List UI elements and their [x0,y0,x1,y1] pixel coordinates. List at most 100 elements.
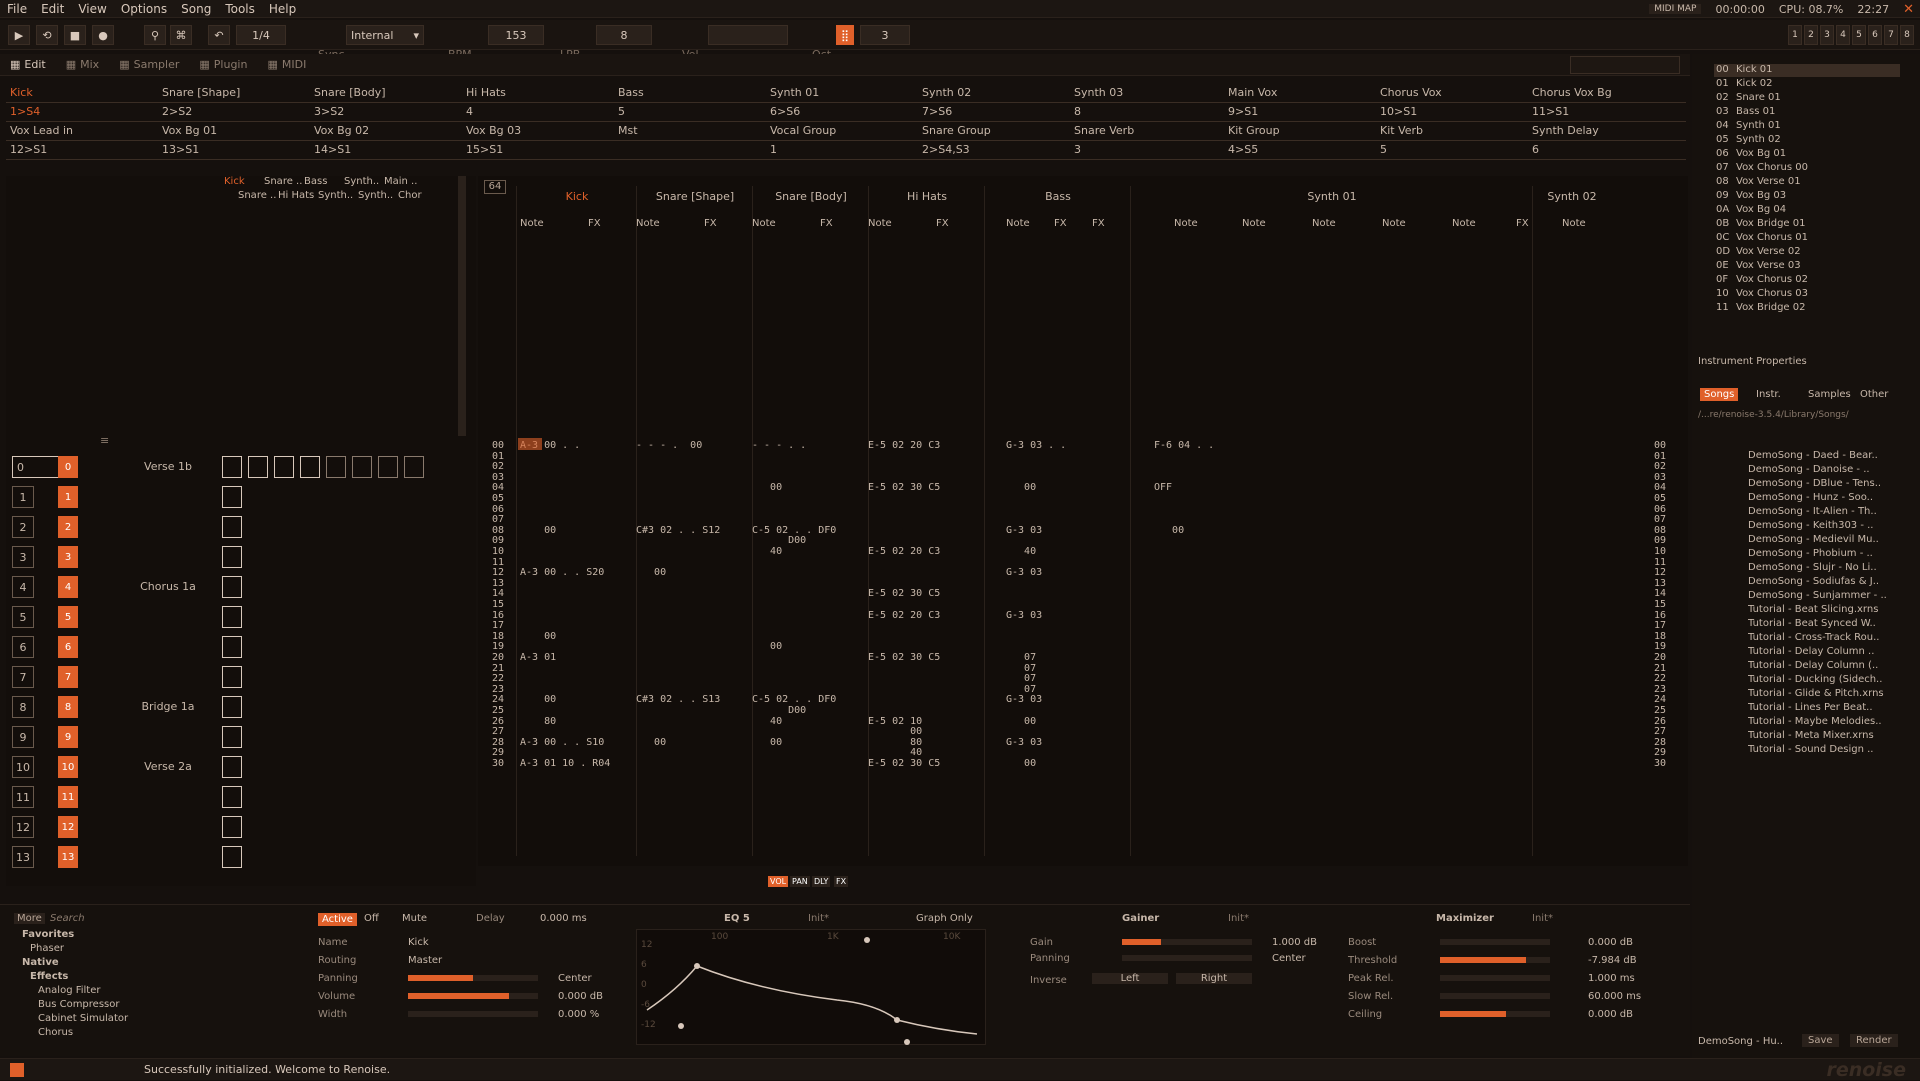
pattern-number[interactable]: 6 [58,636,78,658]
song-file[interactable]: Tutorial - Delay Column (.. [1748,660,1898,671]
inverse-left-button[interactable]: Left [1092,973,1168,984]
instrument-properties-title[interactable]: Instrument Properties [1698,356,1807,367]
song-file[interactable]: DemoSong - DBlue - Tens.. [1748,478,1898,489]
song-file[interactable]: DemoSong - Daed - Bear.. [1748,450,1898,461]
pattern-cell[interactable]: 40 [752,546,782,557]
pattern-cell[interactable]: E-5 02 20 C3 [868,546,940,557]
song-file[interactable]: Tutorial - Glide & Pitch.xrns [1748,688,1898,699]
sequence-slot-number[interactable]: 13 [12,846,34,868]
instrument-item[interactable]: 0A Vox Bg 04 [1714,204,1900,217]
mini-track-name[interactable]: Snare .. [264,176,302,187]
gainer-preset[interactable]: Init* [1228,913,1249,924]
sequence-slot-number[interactable]: 10 [12,756,34,778]
pattern-cell[interactable]: 00 [520,525,556,536]
sequence-slot-number[interactable]: 2 [12,516,34,538]
lpb-field[interactable]: 8 [596,25,652,45]
effect-item[interactable]: Analog Filter [38,985,101,996]
routing-cell[interactable]: 4>S5 [1228,143,1258,156]
track-name-cell[interactable]: Vox Bg 01 [162,124,217,137]
pattern-cell[interactable]: - - - . 00 [636,440,702,451]
matrix-slot[interactable] [222,786,242,808]
panning-slider[interactable] [408,975,538,981]
instrument-item[interactable]: 01 Kick 02 [1714,78,1900,91]
pattern-track-header[interactable]: Snare [Body] [754,190,868,203]
mini-track-name[interactable]: Synth.. [358,190,393,201]
native-group[interactable]: Native [22,957,59,968]
mini-track-name[interactable]: Chor [398,190,422,201]
pattern-cell[interactable]: E-5 02 10 [868,716,922,727]
pattern-cell[interactable]: 00 [1006,758,1036,769]
pattern-cell[interactable]: C-5 02 . . DF0 [752,525,836,536]
stop-button[interactable]: ■ [64,25,86,45]
routing-cell[interactable]: 3 [1074,143,1081,156]
pattern-cell[interactable]: A-3 01 10 . R04 [520,758,610,769]
routing-cell[interactable]: 10>S1 [1380,105,1417,118]
matrix-slot[interactable] [222,576,242,598]
boost-slider[interactable] [1440,939,1550,945]
active-button[interactable]: Active [318,913,357,926]
menu-options[interactable]: Options [114,2,174,16]
track-name-cell[interactable]: Bass [618,86,644,99]
track-number-button[interactable]: 8 [1900,25,1914,45]
pattern-number[interactable]: 9 [58,726,78,748]
pattern-cell[interactable]: C-5 02 . . DF0 [752,694,836,705]
pattern-cell[interactable]: A-3 01 [520,652,556,663]
routing-cell[interactable]: 3>S2 [314,105,344,118]
matrix-slot[interactable] [378,456,398,478]
column-toggle-fx[interactable]: FX [834,876,849,887]
effect-item[interactable]: Cabinet Simulator [38,1013,128,1024]
track-number-button[interactable]: 3 [1820,25,1834,45]
oct-keyboard-icon[interactable]: ⣿ [836,25,854,45]
track-name-cell[interactable]: Synth Delay [1532,124,1599,137]
pattern-cell[interactable]: G-3 03 [1006,610,1042,621]
pattern-cell[interactable]: G-3 03 [1006,525,1042,536]
pattern-number[interactable]: 1 [58,486,78,508]
pattern-cell[interactable]: C#3 02 . . S13 [636,694,720,705]
matrix-slot[interactable] [222,666,242,688]
effect-item[interactable]: Chorus [38,1027,73,1038]
matrix-slot[interactable] [222,756,242,778]
instrument-item[interactable]: 10 Vox Chorus 03 [1714,288,1900,301]
pattern-number[interactable]: 5 [58,606,78,628]
pattern-cell[interactable]: 00 [520,631,556,642]
pattern-cell[interactable]: 00 [752,641,782,652]
routing-cell[interactable]: 2>S4,S3 [922,143,970,156]
track-number-button[interactable]: 1 [1788,25,1802,45]
bpm-field[interactable]: 153 [488,25,544,45]
mini-track-name[interactable]: Bass [304,176,327,187]
pattern-track-header[interactable]: Kick [518,190,636,203]
pattern-cell[interactable]: 40 [752,716,782,727]
mute-button[interactable]: Mute [402,913,427,924]
pattern-cell[interactable]: C#3 02 . . S12 [636,525,720,536]
track-name-cell[interactable]: Vox Bg 03 [466,124,521,137]
pattern-cell[interactable]: 00 [1006,482,1036,493]
matrix-slot[interactable] [222,816,242,838]
song-file[interactable]: DemoSong - Medievil Mu.. [1748,534,1898,545]
track-name-cell[interactable]: Kit Verb [1380,124,1423,137]
pattern-number[interactable]: 2 [58,516,78,538]
song-file[interactable]: Tutorial - Delay Column .. [1748,646,1898,657]
pattern-number[interactable]: 7 [58,666,78,688]
mini-track-name[interactable]: Main .. [384,176,417,187]
track-name-cell[interactable]: Synth 02 [922,86,971,99]
pattern-number[interactable]: 11 [58,786,78,808]
song-file[interactable]: DemoSong - It-Alien - Th.. [1748,506,1898,517]
section-name[interactable]: Chorus 1a [108,580,228,593]
pattern-track-header[interactable]: Synth 02 [1534,190,1610,203]
song-file[interactable]: Tutorial - Maybe Melodies.. [1748,716,1898,727]
instrument-item[interactable]: 09 Vox Bg 03 [1714,190,1900,203]
track-name-cell[interactable]: Chorus Vox Bg [1532,86,1612,99]
metronome-button[interactable]: ⚲ [144,25,166,45]
mini-track-name[interactable]: Synth.. [318,190,353,201]
routing-cell[interactable]: 1 [770,143,777,156]
browser-path[interactable]: /...re/renoise-3.5.4/Library/Songs/ [1698,410,1849,420]
routing-cell[interactable]: 6 [1532,143,1539,156]
matrix-slot[interactable] [352,456,372,478]
pattern-cell[interactable]: E-5 02 20 C3 [868,440,940,451]
track-number-button[interactable]: 7 [1884,25,1898,45]
name-value[interactable]: Kick [408,937,429,948]
track-name-cell[interactable]: Mst [618,124,638,137]
slow-slider[interactable] [1440,993,1550,999]
pattern-cell[interactable]: F-6 04 . . [1154,440,1214,451]
sequence-slot-number[interactable]: 5 [12,606,34,628]
